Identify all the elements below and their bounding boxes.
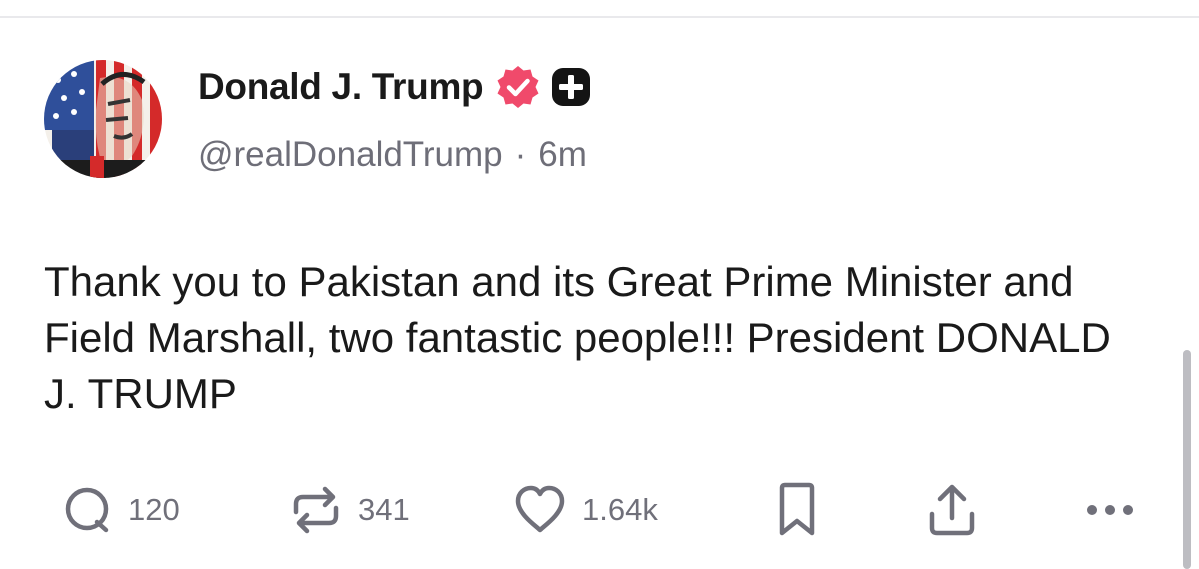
display-name[interactable]: Donald J. Trump (198, 66, 484, 108)
author-handle[interactable]: @realDonaldTrump (198, 135, 503, 175)
avatar[interactable] (44, 60, 162, 178)
repost-button[interactable]: 341 (288, 482, 410, 538)
like-count: 1.64k (582, 492, 658, 527)
post-body: Thank you to Pakistan and its Great Prim… (44, 258, 1111, 417)
more-options-button[interactable] (1082, 482, 1138, 538)
top-divider (0, 16, 1199, 18)
bookmark-button[interactable] (774, 482, 820, 538)
more-icon (1082, 500, 1138, 520)
post-actions: 120 341 1.64k (0, 482, 1199, 538)
share-button[interactable] (926, 482, 978, 538)
repost-icon (288, 484, 344, 536)
post-meta: @realDonaldTrump · 6m (198, 132, 587, 178)
verified-badge-icon (495, 64, 541, 110)
bookmark-icon (774, 482, 820, 538)
author-row: Donald J. Trump (198, 62, 591, 112)
comment-icon (62, 484, 114, 536)
avatar-image (44, 60, 162, 178)
scrollbar[interactable] (1183, 350, 1191, 569)
plus-badge-icon (551, 67, 591, 107)
meta-separator: · (514, 135, 527, 174)
repost-count: 341 (358, 492, 410, 527)
reply-button[interactable]: 120 (62, 482, 180, 538)
like-button[interactable]: 1.64k (512, 482, 658, 538)
post-timestamp[interactable]: 6m (538, 135, 587, 175)
reply-count: 120 (128, 492, 180, 527)
heart-icon (512, 484, 568, 536)
share-icon (926, 482, 978, 538)
